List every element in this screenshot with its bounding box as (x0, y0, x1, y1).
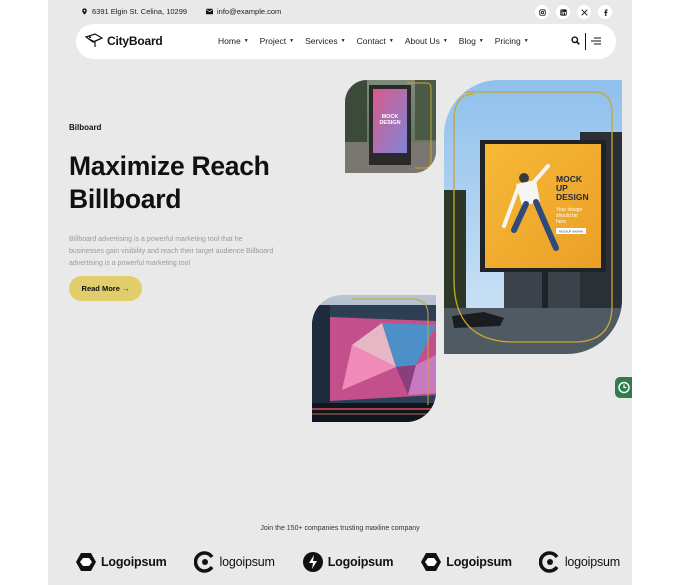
building-billboard-image (312, 295, 436, 422)
address-info: 6391 Elgin St. Celina, 10299 (81, 7, 187, 16)
client-logo-2-text: logoipsum (219, 555, 275, 569)
chevron-down-icon: ▼ (442, 38, 448, 44)
linkedin-icon[interactable] (556, 5, 570, 19)
client-logo-3: Logoipsum (302, 551, 394, 573)
chevron-down-icon: ▼ (340, 38, 346, 44)
instagram-icon[interactable] (535, 5, 549, 19)
x-icon[interactable] (577, 5, 591, 19)
email-info[interactable]: info@example.com (206, 7, 281, 16)
nav-label: Project (259, 36, 287, 46)
page: 6391 Elgin St. Celina, 10299 info@exampl… (48, 0, 632, 585)
nav-label: Contact (356, 36, 386, 46)
main-header: CityBoard Home ▼ Project ▼ Services ▼ Conta… (76, 24, 616, 59)
client-logo-1: Logoipsum (75, 551, 167, 573)
hexagon-logo-icon (421, 553, 442, 571)
hexagon-logo-icon (76, 553, 96, 571)
client-logo-5: logoipsum (538, 551, 620, 573)
client-logo-5-text: logoipsum (564, 555, 620, 569)
logo-text: CityBoard (107, 34, 163, 48)
main-nav: Home ▼ Project ▼ Services ▼ Contact ▼ About … (218, 36, 529, 46)
street-billboard-text-2: DESIGN (379, 120, 400, 126)
chevron-down-icon: ▼ (289, 38, 295, 44)
billboard-sub-3: here (556, 219, 566, 225)
hero-title-line-1: Maximize Reach (69, 151, 270, 181)
site-logo[interactable]: CityBoard (84, 33, 163, 49)
chevron-down-icon: ▼ (478, 38, 484, 44)
social-links (535, 5, 612, 19)
c-ring-logo-icon (538, 551, 559, 573)
street-billboard-image: MOCK DESIGN (345, 80, 436, 173)
client-logo-strip: Logoipsum logoipsum Logoipsum Logoipsum … (75, 551, 620, 573)
main-billboard-image: MOCK UP DESIGN Your design should be her… (444, 80, 622, 354)
hero-title: Maximize Reach Billboard (69, 150, 309, 216)
nav-item-about-us[interactable]: About Us ▼ (405, 36, 448, 46)
nav-item-contact[interactable]: Contact ▼ (357, 36, 394, 46)
nav-item-project[interactable]: Project ▼ (260, 36, 294, 46)
envelope-icon (206, 8, 213, 15)
address-text: 6391 Elgin St. Celina, 10299 (92, 7, 188, 16)
nav-item-pricing[interactable]: Pricing ▼ (495, 36, 529, 46)
hero-description: Billboard advertising is a powerful mark… (69, 236, 274, 267)
hero-eyebrow: Bilboard (69, 123, 102, 132)
chevron-down-icon: ▼ (523, 38, 529, 44)
nav-label: About Us (404, 36, 440, 46)
clock-icon (618, 381, 630, 394)
nav-label: Blog (458, 36, 476, 46)
client-logo-4: Logoipsum (420, 551, 512, 573)
search-icon[interactable] (571, 36, 580, 45)
hero-title-line-2: Billboard (69, 184, 182, 214)
nav-label: Services (305, 36, 338, 46)
client-logo-3-text: Logoipsum (327, 555, 394, 569)
billboard-cta: MOCKUP SHOWN (559, 230, 583, 234)
bolt-logo-icon (302, 552, 323, 572)
facebook-icon[interactable] (598, 5, 612, 19)
trust-text: Join the 150+ companies trusting maxline… (260, 525, 420, 532)
hamburger-menu-icon[interactable] (591, 37, 601, 45)
client-logo-2: logoipsum (193, 551, 275, 573)
client-logo-4-text: Logoipsum (446, 555, 512, 569)
email-link[interactable]: info@example.com (217, 7, 281, 16)
location-pin-icon (82, 8, 87, 15)
nav-label: Pricing (494, 36, 521, 46)
c-ring-logo-icon (193, 551, 213, 573)
billboard-headline-3: DESIGN (556, 192, 589, 202)
side-settings-widget[interactable] (615, 377, 632, 398)
read-more-button[interactable]: Read More → (69, 276, 142, 301)
billboard-logo-icon (84, 33, 104, 47)
chevron-down-icon: ▼ (388, 38, 394, 44)
chevron-down-icon: ▼ (243, 38, 249, 44)
nav-item-services[interactable]: Services ▼ (305, 36, 346, 46)
nav-item-home[interactable]: Home ▼ (218, 36, 249, 46)
header-divider (585, 33, 586, 50)
top-bar: 6391 Elgin St. Celina, 10299 info@exampl… (48, 0, 632, 24)
client-logo-1-text: Logoipsum (101, 555, 167, 569)
nav-item-blog[interactable]: Blog ▼ (459, 36, 484, 46)
nav-label: Home (218, 36, 241, 46)
